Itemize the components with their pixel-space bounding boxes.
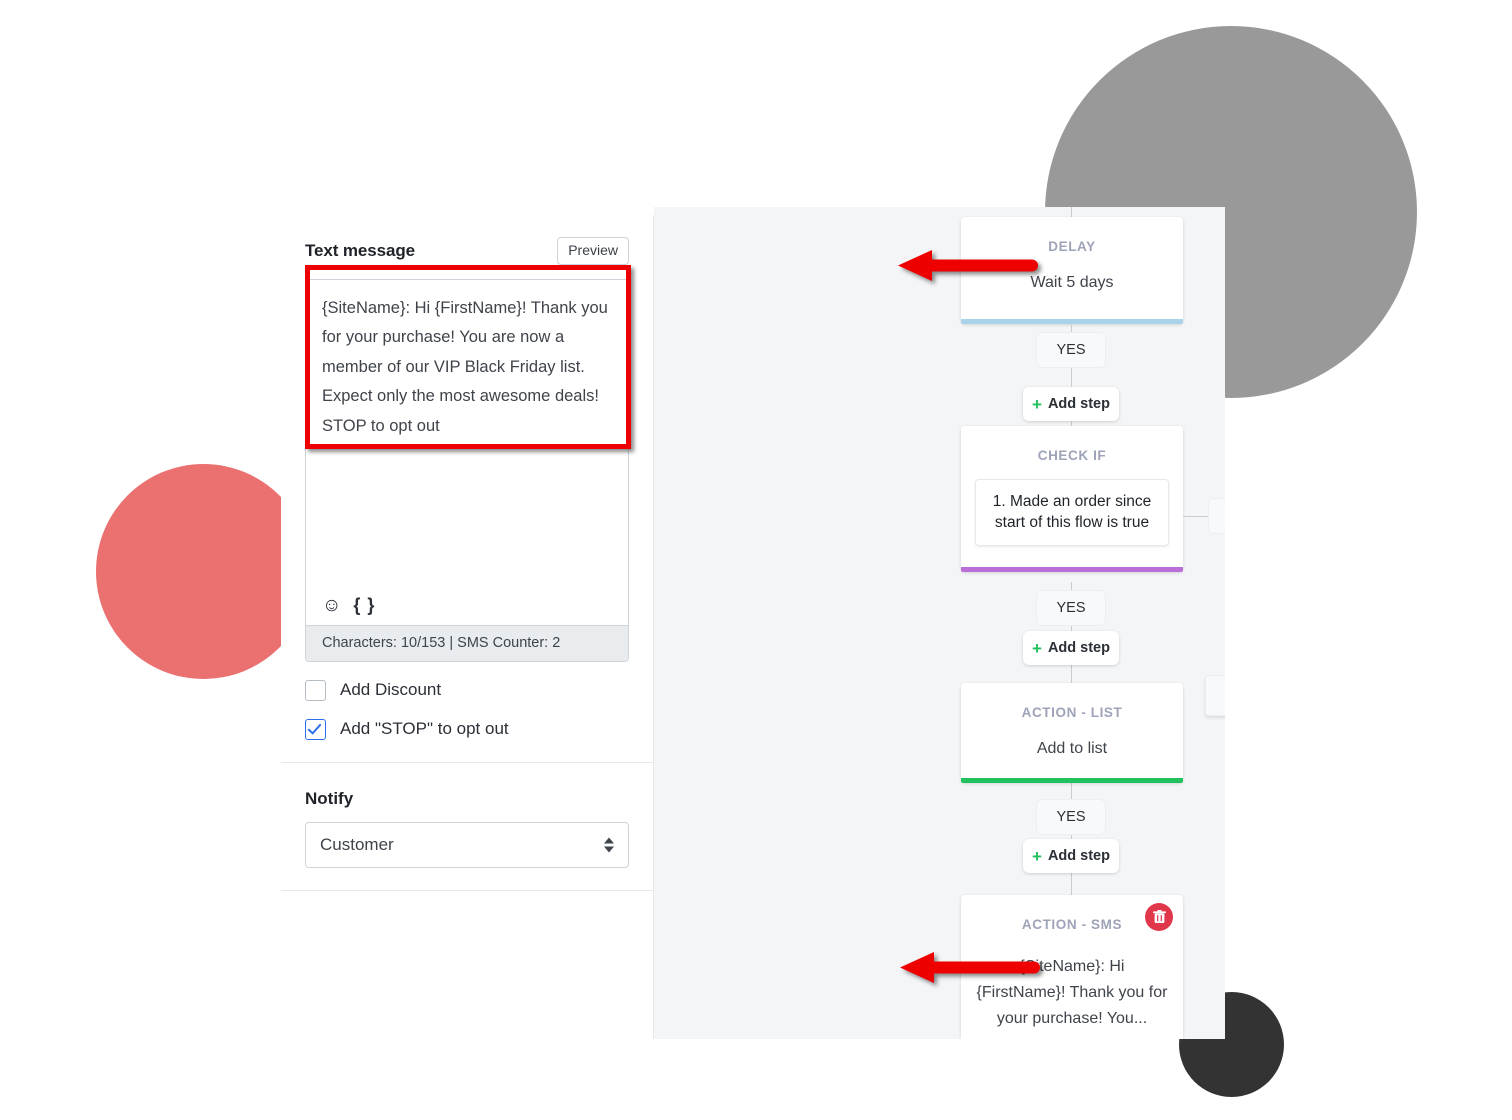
check-node-title: CHECK IF [1037, 448, 1107, 463]
text-message-section: Text message Preview ☺ { } Characters: 1… [281, 215, 653, 763]
trash-icon [1152, 910, 1166, 923]
stepper-arrows-icon[interactable] [604, 837, 614, 853]
add-stop-checkbox[interactable] [305, 718, 326, 740]
message-textarea[interactable] [306, 279, 628, 594]
branch-label-yes-2: YES [1036, 590, 1106, 626]
emoji-icon[interactable]: ☺ [322, 596, 341, 615]
flow-node-check-if[interactable]: CHECK IF 1. Made an order since start of… [961, 426, 1183, 572]
notify-selected-value: Customer [320, 834, 394, 854]
add-step-button-after-list[interactable]: + Add step [1023, 839, 1119, 873]
notify-title: Notify [305, 788, 354, 808]
add-step-button-after-delay[interactable]: + Add step [1023, 387, 1119, 421]
list-node-accent [961, 778, 1183, 783]
preview-button[interactable]: Preview [557, 237, 629, 265]
add-discount-row[interactable]: Add Discount [305, 679, 629, 701]
delay-node-accent [961, 319, 1183, 324]
flow-node-end-flow[interactable]: END FLOW [1205, 675, 1225, 716]
app-window: Text message Preview ☺ { } Characters: 1… [281, 207, 1225, 1039]
add-discount-checkbox[interactable] [305, 679, 326, 701]
composer-toolbar: ☺ { } [306, 593, 628, 625]
annotation-arrow-sms [900, 952, 1040, 983]
plus-icon: + [1032, 394, 1042, 414]
plus-icon: + [1032, 846, 1042, 866]
delete-step-button[interactable] [1145, 903, 1173, 931]
branch-label-yes-1: YES [1036, 332, 1106, 368]
add-stop-row[interactable]: Add "STOP" to opt out [305, 718, 629, 740]
add-step-label: Add step [1047, 848, 1110, 864]
check-node-accent [961, 567, 1183, 572]
annotation-arrow-delay [898, 250, 1038, 281]
text-message-title: Text message [305, 240, 415, 260]
message-composer: ☺ { } Characters: 10/153 | SMS Counter: … [305, 278, 629, 662]
notify-section: Notify Customer [281, 763, 653, 891]
branch-label-no: No [1208, 498, 1225, 534]
list-node-body: Add to list [1036, 740, 1108, 757]
flow-canvas: DELAY Wait 5 days YES + Add step CHECK I… [654, 207, 1225, 1039]
add-stop-label: Add "STOP" to opt out [340, 719, 509, 739]
add-step-label: Add step [1047, 640, 1110, 656]
list-node-title: ACTION - LIST [1021, 705, 1123, 720]
branch-label-yes-3: YES [1036, 799, 1106, 835]
add-step-button-after-check[interactable]: + Add step [1023, 631, 1119, 665]
decorative-pink-circle [96, 464, 311, 679]
add-discount-label: Add Discount [340, 680, 442, 700]
character-counter: Characters: 10/153 | SMS Counter: 2 [306, 624, 628, 661]
plus-icon: + [1032, 638, 1042, 658]
settings-panel: Text message Preview ☺ { } Characters: 1… [281, 215, 654, 1039]
flow-node-action-list[interactable]: ACTION - LIST Add to list [961, 683, 1183, 783]
add-step-label: Add step [1047, 396, 1110, 412]
text-message-header: Text message Preview [305, 237, 629, 265]
check-node-condition[interactable]: 1. Made an order since start of this flo… [975, 479, 1169, 546]
notify-select[interactable]: Customer [305, 821, 629, 868]
merge-tag-icon[interactable]: { } [353, 596, 375, 614]
